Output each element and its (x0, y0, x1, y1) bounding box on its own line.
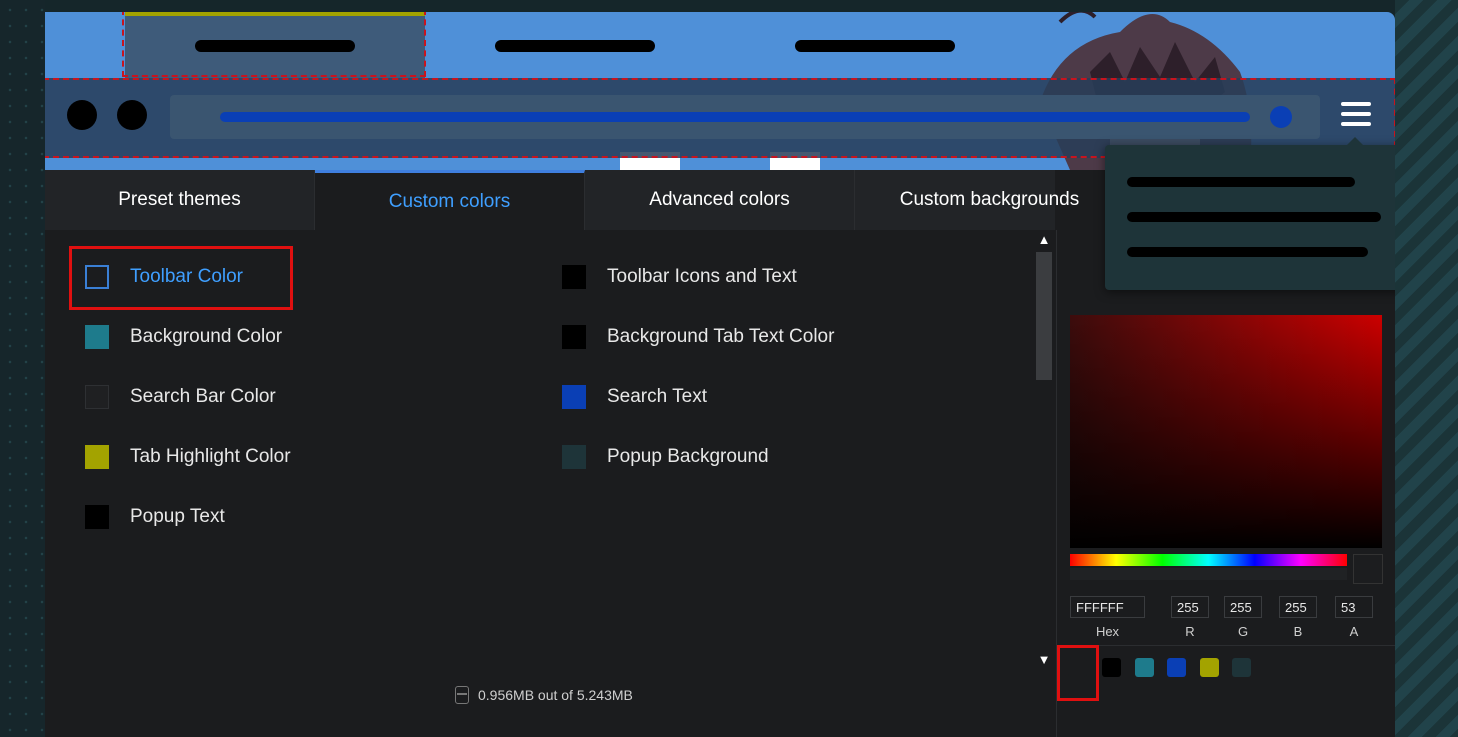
option-toolbar-icons-and-text[interactable]: Toolbar Icons and Text (562, 265, 797, 289)
option-toolbar-color[interactable]: Toolbar Color (85, 265, 243, 289)
popup-arrow (1347, 137, 1363, 145)
preview-tab (425, 12, 725, 78)
preview-search-dot (1270, 106, 1292, 128)
search-bar-color-swatch (85, 385, 109, 409)
tab-preset-themes[interactable]: Preset themes (45, 170, 315, 230)
back-icon (67, 100, 97, 130)
option-popup-background[interactable]: Popup Background (562, 445, 769, 469)
green-input[interactable] (1224, 596, 1262, 618)
database-icon (455, 686, 469, 704)
preview-search-bar (170, 95, 1320, 139)
preset-swatch[interactable] (1232, 658, 1251, 677)
option-label: Toolbar Icons and Text (607, 266, 797, 287)
preview-popup-menu (1105, 137, 1395, 290)
toolbar-color-swatch (85, 265, 109, 289)
preview-tab-active (125, 12, 425, 78)
preview-tab-title (495, 40, 655, 52)
option-label: Search Text (607, 386, 707, 407)
background-tab-text-swatch (562, 325, 586, 349)
tab-custom-backgrounds[interactable]: Custom backgrounds (855, 170, 1125, 230)
page-background-left (0, 0, 45, 737)
blue-label: B (1293, 624, 1303, 639)
alpha-slider[interactable] (1070, 568, 1347, 580)
selected-swatch-indicator (1057, 645, 1099, 701)
option-label: Background Color (130, 326, 283, 347)
storage-usage: 0.956MB out of 5.243MB (455, 686, 633, 704)
storage-text: 0.956MB out of 5.243MB (478, 687, 633, 703)
red-label: R (1185, 624, 1195, 639)
popup-background-swatch (562, 445, 586, 469)
background-color-swatch (85, 325, 109, 349)
color-preview-swatch (1353, 554, 1383, 584)
tab-custom-colors[interactable]: Custom colors (315, 170, 585, 230)
toolbar-icons-swatch (562, 265, 586, 289)
search-text-swatch (562, 385, 586, 409)
red-input[interactable] (1171, 596, 1209, 618)
option-label: Toolbar Color (130, 266, 243, 287)
preset-swatch[interactable] (1102, 658, 1121, 677)
option-label: Popup Text (130, 506, 225, 527)
green-label: G (1237, 624, 1249, 639)
preset-swatch[interactable] (1135, 658, 1154, 677)
option-search-bar-color[interactable]: Search Bar Color (85, 385, 276, 409)
hex-label: Hex (1095, 624, 1120, 639)
scrollbar-thumb[interactable] (1036, 252, 1052, 380)
option-label: Popup Background (607, 446, 769, 467)
option-background-color[interactable]: Background Color (85, 325, 282, 349)
preview-tab-title (195, 40, 355, 52)
option-label: Search Bar Color (130, 386, 276, 407)
option-tab-highlight-color[interactable]: Tab Highlight Color (85, 445, 291, 469)
saturation-value-area[interactable] (1070, 315, 1382, 548)
tab-highlight (125, 12, 425, 16)
preview-search-text (220, 112, 1250, 122)
hex-input[interactable] (1070, 596, 1145, 618)
option-background-tab-text-color[interactable]: Background Tab Text Color (562, 325, 834, 349)
options-scrollbar[interactable]: ▲ ▼ (1034, 230, 1054, 670)
popup-text-swatch (85, 505, 109, 529)
hue-slider[interactable] (1070, 554, 1347, 566)
option-label: Background Tab Text Color (607, 326, 835, 347)
option-search-text[interactable]: Search Text (562, 385, 707, 409)
color-picker: Hex R G B A (1056, 230, 1395, 737)
preset-swatch[interactable] (1167, 658, 1186, 677)
option-label: Tab Highlight Color (130, 446, 291, 467)
blue-input[interactable] (1279, 596, 1317, 618)
tab-highlight-color-swatch (85, 445, 109, 469)
settings-tabs: Preset themes Custom colors Advanced col… (45, 170, 1125, 230)
preview-tab-title (795, 40, 955, 52)
preview-tabstrip (45, 12, 1395, 78)
scroll-up-icon[interactable]: ▲ (1034, 230, 1054, 250)
page-background-right (1395, 0, 1458, 737)
popup-menu-item (1127, 247, 1368, 257)
preset-swatch[interactable] (1200, 658, 1219, 677)
forward-icon (117, 100, 147, 130)
scroll-down-icon[interactable]: ▼ (1034, 650, 1054, 670)
option-popup-text[interactable]: Popup Text (85, 505, 225, 529)
alpha-label: A (1349, 624, 1359, 639)
alpha-input[interactable] (1335, 596, 1373, 618)
preview-tab (725, 12, 1025, 78)
popup-menu-item (1127, 177, 1355, 187)
tab-advanced-colors[interactable]: Advanced colors (585, 170, 855, 230)
popup-menu-item (1127, 212, 1381, 222)
theme-editor-window: Preset themes Custom colors Advanced col… (45, 12, 1395, 737)
picker-divider (1057, 645, 1395, 646)
menu-icon (1341, 100, 1373, 132)
